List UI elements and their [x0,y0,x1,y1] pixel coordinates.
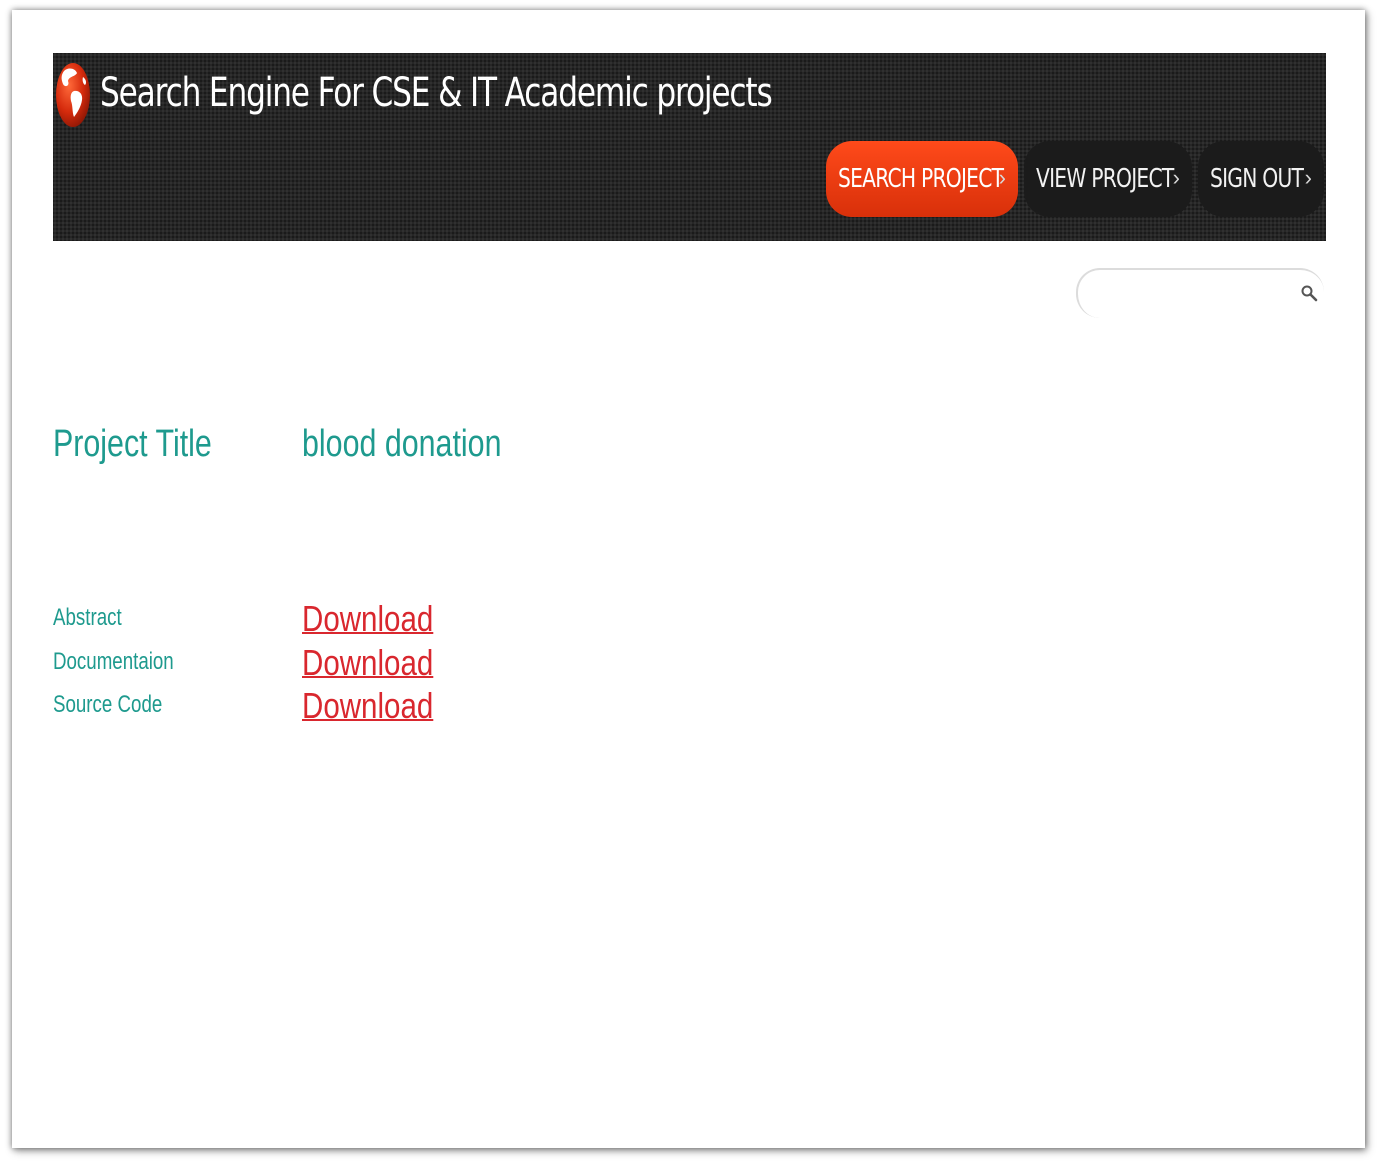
nav-sign-out-label: SIGN OUT [1210,164,1304,194]
search-box [1076,268,1324,318]
source-code-download-link[interactable]: Download [302,685,433,727]
file-row-documentation: Documentaion Download [53,642,653,686]
nav-search-project-label: SEARCH PROJECT [838,164,1004,194]
site-title: Search Engine For CSE & IT Academic proj… [100,70,773,116]
globe-icon[interactable] [55,57,91,127]
documentation-label: Documentaion [53,648,174,675]
file-row-source-code: Source Code Download [53,685,653,729]
chevron-right-icon: › [998,165,1006,190]
source-code-label: Source Code [53,691,163,718]
page-frame: Search Engine For CSE & IT Academic proj… [12,10,1365,1148]
nav-search-project-button[interactable]: SEARCH PROJECT › [826,141,1018,217]
documentation-download-link[interactable]: Download [302,642,433,684]
main-nav: SEARCH PROJECT › VIEW PROJECT › SIGN OUT… [826,141,1324,217]
nav-view-project-button[interactable]: VIEW PROJECT › [1024,141,1192,217]
search-input[interactable] [1090,278,1284,310]
nav-sign-out-button[interactable]: SIGN OUT › [1198,141,1324,217]
site-header: Search Engine For CSE & IT Academic proj… [53,53,1326,241]
nav-view-project-label: VIEW PROJECT [1036,164,1174,194]
file-row-abstract: Abstract Download [53,598,653,642]
chevron-right-icon: › [1172,165,1180,190]
abstract-label: Abstract [53,604,122,631]
abstract-download-link[interactable]: Download [302,598,433,640]
chevron-right-icon: › [1304,165,1312,190]
project-title-label: Project Title [53,423,212,465]
search-icon[interactable] [1300,284,1318,302]
project-title-value: blood donation [302,423,502,465]
